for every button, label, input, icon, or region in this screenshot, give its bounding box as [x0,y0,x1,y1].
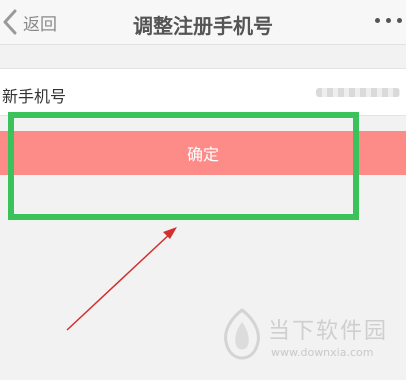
watermark-url: www.downxia.com [271,346,374,359]
watermark-name: 当下软件园 [268,319,389,344]
downxia-logo-icon [224,308,260,360]
